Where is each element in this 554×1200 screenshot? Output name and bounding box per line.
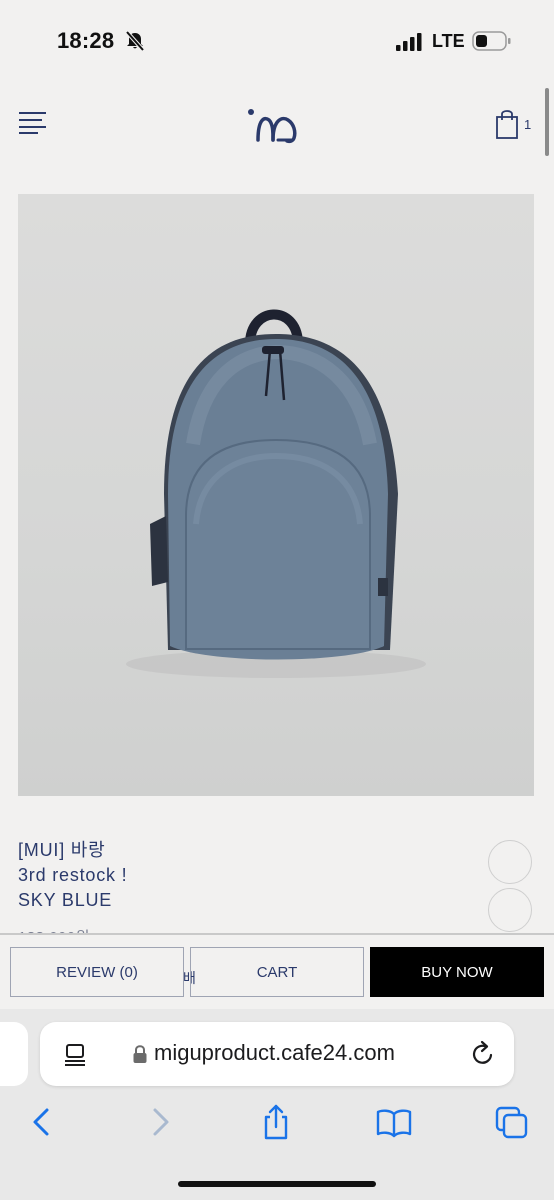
network-type: LTE	[432, 31, 465, 51]
reload-icon[interactable]	[470, 1040, 496, 1068]
add-to-cart-button[interactable]: CART	[190, 947, 364, 997]
status-bar: 18:28 LTE	[0, 0, 554, 84]
share-circle-button[interactable]	[488, 840, 532, 884]
forward-arrow-icon[interactable]	[142, 1102, 178, 1142]
product-title-line2: 3rd restock !	[18, 865, 128, 885]
tabs-icon[interactable]	[494, 1102, 530, 1142]
product-title-line1: [MUI] 바랑	[18, 840, 106, 860]
shopping-bag-icon[interactable]	[495, 108, 519, 140]
bookmarks-icon[interactable]	[376, 1102, 412, 1142]
share-icon[interactable]	[258, 1102, 294, 1142]
lock-icon	[133, 1045, 147, 1063]
clock-time: 18:28	[57, 28, 115, 53]
back-arrow-icon[interactable]	[24, 1102, 60, 1142]
backpack-image	[126, 309, 426, 678]
cellular-signal-icon	[396, 33, 422, 51]
migu-logo-icon[interactable]	[244, 106, 310, 146]
url-text[interactable]: miguproduct.cafe24.com	[154, 1040, 395, 1066]
buy-now-button[interactable]: BUY NOW	[370, 947, 544, 997]
cart-count-badge: 1	[524, 117, 532, 132]
wishlist-circle-button[interactable]	[488, 888, 532, 932]
review-button[interactable]: REVIEW (0)	[10, 947, 184, 997]
page-menu-icon[interactable]	[63, 1042, 87, 1066]
product-image[interactable]	[18, 194, 534, 796]
previous-tab-card[interactable]	[0, 1022, 28, 1086]
hamburger-menu-icon[interactable]	[18, 110, 48, 136]
product-title-line3: SKY BLUE	[18, 890, 113, 910]
product-title: [MUI] 바랑 3rd restock ! SKY BLUE	[18, 838, 127, 913]
home-indicator[interactable]	[178, 1181, 376, 1187]
scrollbar[interactable]	[545, 88, 549, 156]
battery-icon	[472, 31, 511, 51]
bell-muted-icon	[125, 30, 145, 52]
